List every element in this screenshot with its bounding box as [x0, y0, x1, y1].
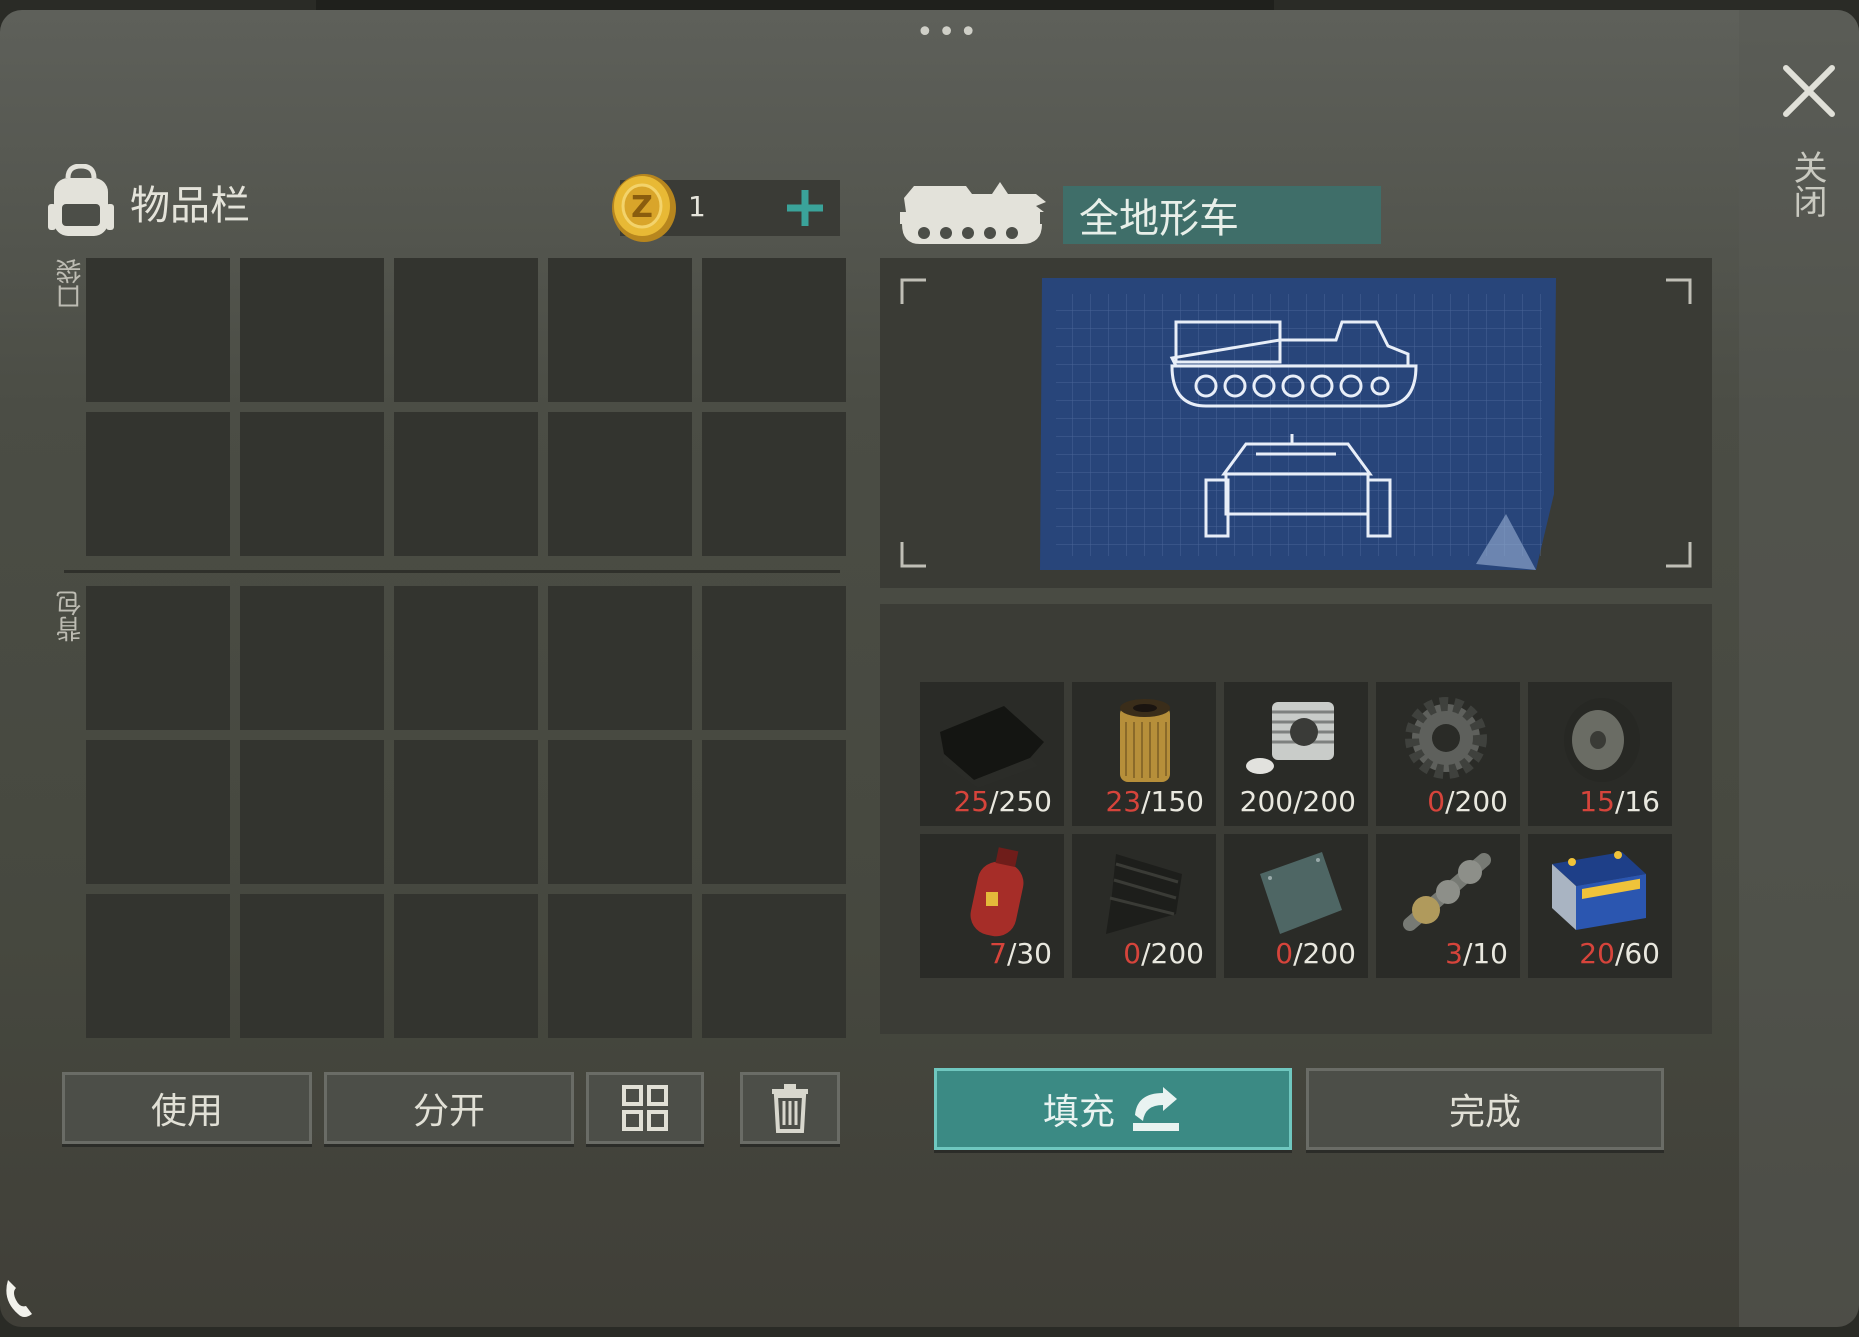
pocket-slot[interactable]	[548, 258, 692, 402]
material-have-count: 0	[1427, 785, 1446, 818]
pocket-slot[interactable]	[240, 258, 384, 402]
backpack-slot[interactable]	[86, 586, 230, 730]
wheel-icon	[1564, 698, 1640, 782]
coin-count: 1	[688, 190, 706, 223]
pocket-label: 口袋	[56, 258, 86, 310]
trash-icon	[772, 1084, 808, 1133]
camshaft-icon	[1403, 853, 1491, 931]
material-slot-gear[interactable]: 0/200	[1376, 682, 1520, 826]
battery-icon	[1552, 851, 1646, 930]
corner-marker	[1666, 278, 1692, 304]
backpack-slot[interactable]	[702, 740, 846, 884]
backpack-grid	[86, 586, 846, 1038]
tracked-vehicle-icon	[900, 182, 1046, 244]
backpack-label: 背包	[56, 590, 86, 642]
material-have-count: 20	[1579, 937, 1615, 970]
material-have-count: 3	[1445, 937, 1463, 970]
material-have-count: 23	[1105, 785, 1142, 818]
material-slot-battery[interactable]: 20/60	[1528, 834, 1672, 978]
material-need-count: /30	[1006, 937, 1052, 970]
backpack-slot[interactable]	[240, 740, 384, 884]
inventory-title: 物品栏	[130, 183, 250, 229]
corner-marker	[900, 278, 926, 304]
done-button[interactable]: 完成	[1306, 1068, 1664, 1150]
material-slot-rubber-sheet[interactable]: 25/250	[920, 682, 1064, 826]
pocket-slot[interactable]	[394, 412, 538, 556]
material-need-count: /200	[1445, 785, 1508, 818]
fill-arrow-icon	[1133, 1087, 1179, 1131]
backpack-icon	[48, 164, 114, 236]
backpack-slot[interactable]	[702, 586, 846, 730]
material-need-count: /60	[1614, 937, 1660, 970]
material-need-count: /200	[1293, 937, 1356, 970]
material-slot-camshaft[interactable]: 3/10	[1376, 834, 1520, 978]
delete-button[interactable]	[740, 1072, 840, 1144]
backpack-slot[interactable]	[86, 894, 230, 1038]
close-label[interactable]: 关闭	[1787, 150, 1832, 218]
vehicle-name-field: 全地形车	[1063, 186, 1381, 244]
phone-icon	[6, 1280, 32, 1317]
corner-marker	[1666, 542, 1692, 568]
top-bar	[316, 0, 1274, 10]
material-slot-gas-cylinder[interactable]: 7/30	[920, 834, 1064, 978]
section-divider	[64, 570, 840, 573]
material-have-count: 0	[1275, 937, 1294, 970]
backpack-slot[interactable]	[240, 894, 384, 1038]
material-have-count: 15	[1579, 785, 1615, 818]
svg-text:Z: Z	[631, 190, 653, 225]
material-need-count: /10	[1462, 937, 1508, 970]
fill-button-label: 填充	[1042, 1092, 1115, 1133]
backpack-slot[interactable]	[702, 894, 846, 1038]
material-have-count: 0	[1123, 937, 1142, 970]
more-options-icon[interactable]: •••	[916, 18, 981, 48]
rubber-sheet-icon	[940, 706, 1044, 788]
material-need-count: /16	[1614, 785, 1660, 818]
material-need-count: /250	[989, 785, 1052, 818]
backpack-slot[interactable]	[548, 740, 692, 884]
pocket-slot[interactable]	[394, 258, 538, 402]
backpack-slot[interactable]	[548, 894, 692, 1038]
gas-cylinder-icon	[970, 847, 1024, 937]
pocket-slot[interactable]	[86, 258, 230, 402]
close-icon[interactable]	[1780, 62, 1838, 120]
gear-icon	[1405, 697, 1487, 779]
sort-button[interactable]	[586, 1072, 704, 1144]
pocket-slot[interactable]	[702, 412, 846, 556]
engine-cylinder-icon	[1246, 702, 1334, 774]
material-slot-oil-filter[interactable]: 23/150	[1072, 682, 1216, 826]
coin-icon: Z	[612, 174, 676, 242]
backpack-slot[interactable]	[394, 586, 538, 730]
carbon-fabric-icon	[1106, 854, 1182, 934]
backpack-slot[interactable]	[394, 894, 538, 1038]
inventory-header: 物品栏	[46, 162, 250, 242]
material-need-count: /200	[1141, 937, 1204, 970]
oil-filter-icon	[1120, 699, 1170, 782]
sort-grid-icon	[622, 1085, 668, 1131]
material-need-count: 200/200	[1239, 785, 1356, 818]
material-slot-carbon-fabric[interactable]: 0/200	[1072, 834, 1216, 978]
pocket-slot[interactable]	[86, 412, 230, 556]
use-button[interactable]: 使用	[62, 1072, 312, 1144]
add-coins-icon[interactable]	[780, 180, 830, 236]
material-slot-engine-cylinder[interactable]: 200/200	[1224, 682, 1368, 826]
backpack-slot[interactable]	[86, 740, 230, 884]
material-need-count: /150	[1141, 785, 1204, 818]
pocket-slot[interactable]	[548, 412, 692, 556]
pocket-slot[interactable]	[702, 258, 846, 402]
backpack-slot[interactable]	[394, 740, 538, 884]
material-slot-metal-plate[interactable]: 0/200	[1224, 834, 1368, 978]
backpack-slot[interactable]	[240, 586, 384, 730]
corner-marker	[900, 542, 926, 568]
material-have-count: 7	[989, 937, 1007, 970]
material-have-count: 25	[953, 785, 990, 818]
vehicle-blueprint	[1040, 278, 1556, 570]
split-button[interactable]: 分开	[324, 1072, 574, 1144]
materials-grid: 25/250 23/150 200/200 0/200 15/16 7/30 0…	[920, 682, 1672, 978]
material-slot-wheel[interactable]: 15/16	[1528, 682, 1672, 826]
pocket-slot[interactable]	[240, 412, 384, 556]
fill-button[interactable]: 填充	[934, 1068, 1292, 1150]
pocket-grid	[86, 258, 846, 556]
metal-plate-icon	[1260, 852, 1342, 934]
backpack-slot[interactable]	[548, 586, 692, 730]
